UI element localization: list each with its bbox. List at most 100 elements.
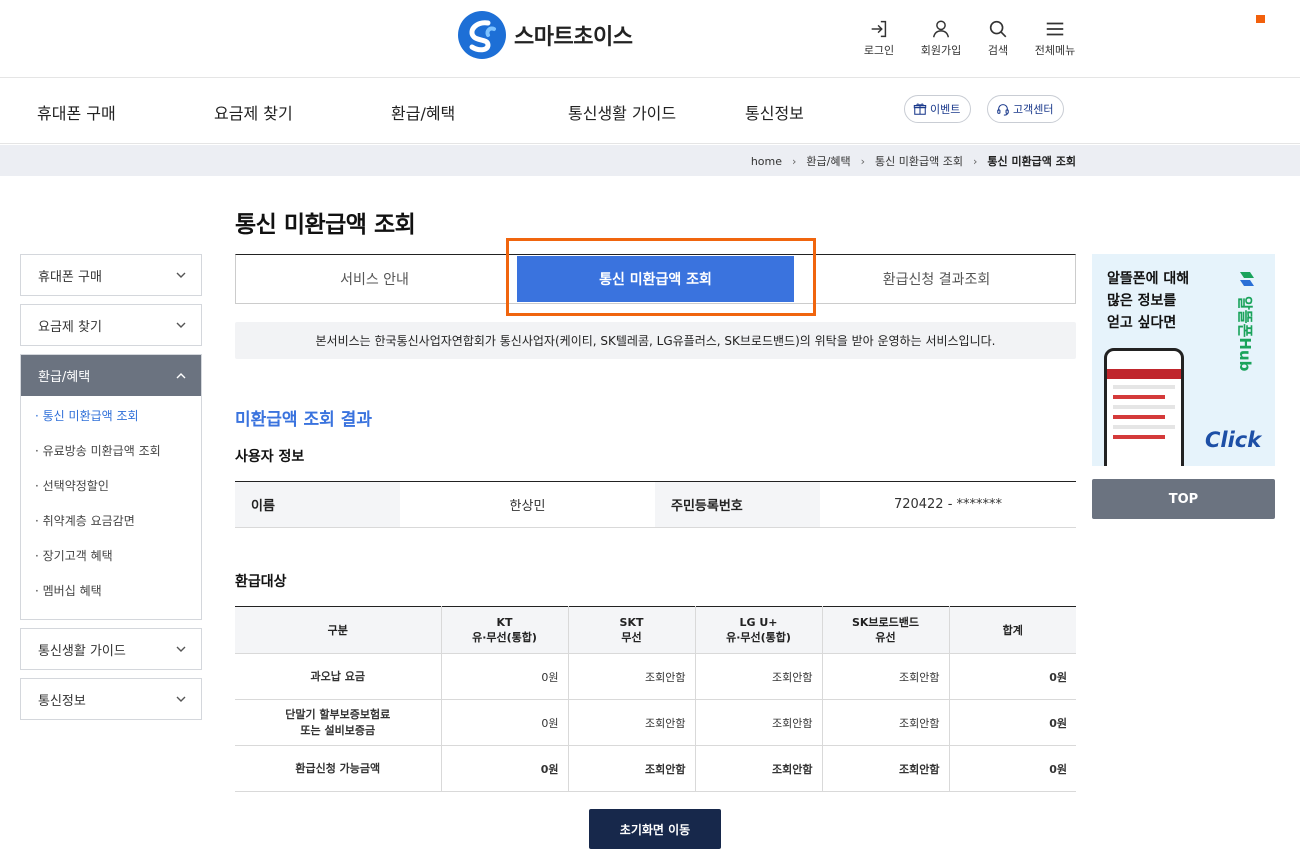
sidebar-item-label: 통신생활 가이드 [38,643,126,659]
header-skt: SKT 무선 [567,606,695,654]
logo-mark-icon [458,11,506,59]
scroll-top-button[interactable]: TOP [1092,479,1275,519]
rrn-label: 주민등록번호 [655,482,820,527]
table-row: 환급신청 가능금액 0원 조회안함 조회안함 조회안함 0원 [235,745,1076,792]
tab-service-guide[interactable]: 서비스 안내 [236,255,513,303]
row-label: 단말기 할부보증보험료 또는 설비보증금 [235,699,441,746]
event-label: 이벤트 [930,103,961,116]
chevron-up-icon [176,372,186,378]
chevron-down-icon [176,322,186,328]
chevron-down-icon [176,696,186,702]
cell-kt: 0원 [440,699,568,746]
user-info-table: 이름 한상민 주민등록번호 720422 - ******* [235,481,1076,528]
login-label: 로그인 [863,44,895,57]
sidebar-item-info[interactable]: 통신정보 [20,678,202,720]
chevron-down-icon [176,272,186,278]
header-lgu: LG U+ 유·무선(통합) [694,606,822,654]
sidebar-item-label: 휴대폰 구매 [38,269,102,285]
refund-table: 구분 KT 유·무선(통합) SKT 무선 LG U+ 유·무선(통합) SK브로드밴… [235,606,1076,792]
search-label: 검색 [987,44,1009,57]
search-icon [989,20,1007,38]
sidebar-item-label: 환급/혜택 [38,370,91,385]
cell-total: 0원 [948,699,1076,746]
row-label: 과오납 요금 [235,653,441,700]
site-logo[interactable]: 스마트초이스 [458,11,633,59]
submenu-longterm-benefit[interactable]: · 장기고객 혜택 [35,542,201,577]
signup-link[interactable]: 회원가입 [915,18,967,58]
nav-plan-search[interactable]: 요금제 찾기 [214,100,293,124]
sidebar-item-phone[interactable]: 휴대폰 구매 [20,254,202,296]
cell-total: 0원 [948,745,1076,792]
cell-skt: 조회안함 [567,653,695,700]
logo-text: 스마트초이스 [514,25,633,50]
submenu-vulnerable-discount[interactable]: · 취약계층 요금감면 [35,507,201,542]
tab-unrefund-lookup[interactable]: 통신 미환급액 조회 [517,256,794,302]
sidebar-item-label: 통신정보 [38,693,86,709]
breadcrumb-refund[interactable]: 환급/혜택 [806,153,850,169]
cell-skb: 조회안함 [821,699,949,746]
header-category: 구분 [235,606,441,654]
search-link[interactable]: 검색 [972,18,1024,58]
cell-total: 0원 [948,653,1076,700]
nav-guide[interactable]: 통신생활 가이드 [568,100,676,124]
hub-brand-text: 알뜰폰Hub [1236,296,1254,372]
refund-target-title: 환급대상 [235,574,287,590]
headset-icon [997,104,1009,116]
sidebar-item-guide[interactable]: 통신생활 가이드 [20,628,202,670]
cell-skt: 조회안함 [567,699,695,746]
support-button[interactable]: 고객센터 [987,95,1065,123]
header-skb: SK브로드밴드 유선 [821,606,949,654]
cell-lgu: 조회안함 [694,745,822,792]
main-nav: 휴대폰 구매 요금제 찾기 환급/혜택 통신생활 가이드 통신정보 이벤트 고객… [0,78,1300,144]
table-row: 단말기 할부보증보험료 또는 설비보증금 0원 조회안함 조회안함 조회안함 0원 [235,699,1076,746]
go-home-button[interactable]: 초기화면 이동 [589,809,721,849]
user-info-title: 사용자 정보 [235,449,305,465]
signup-label: 회원가입 [920,44,962,57]
nav-phone-purchase[interactable]: 휴대폰 구매 [37,100,116,124]
submenu-contract-discount[interactable]: · 선택약정할인 [35,472,201,507]
submenu-broadcast-refund[interactable]: · 유료방송 미환급액 조회 [35,437,201,472]
banner-text: 알뜰폰에 대해 많은 정보를 얻고 싶다면 [1107,271,1190,331]
chevron-right-icon: › [792,154,797,168]
breadcrumb-home[interactable]: home [751,155,782,168]
submenu-membership[interactable]: · 멤버십 혜택 [35,577,201,612]
header-kt: KT 유·무선(통합) [440,606,568,654]
cell-skb: 조회안함 [821,653,949,700]
submenu-telecom-refund[interactable]: · 통신 미환급액 조회 [35,402,201,437]
breadcrumb: home › 환급/혜택 › 통신 미환급액 조회 › 통신 미환급액 조회 [751,153,1076,169]
all-menu-label: 전체메뉴 [1034,44,1076,57]
page-title: 통신 미환급액 조회 [235,212,416,238]
table-row: 과오납 요금 0원 조회안함 조회안함 조회안함 0원 [235,653,1076,700]
mvno-hub-logo: 알뜰폰Hub [1232,268,1262,378]
cell-lgu: 조회안함 [694,653,822,700]
table-header-row: 구분 KT 유·무선(통합) SKT 무선 LG U+ 유·무선(통합) SK브로드밴… [235,606,1076,654]
breadcrumb-bar: home › 환급/혜택 › 통신 미환급액 조회 › 통신 미환급액 조회 [0,145,1300,176]
login-icon [871,20,887,38]
all-menu-link[interactable]: 전체메뉴 [1029,18,1081,58]
banner-click-text: Click [1205,428,1262,452]
event-button[interactable]: 이벤트 [904,95,972,123]
login-link[interactable]: 로그인 [853,18,905,58]
rrn-value: 720422 - ******* [893,497,1003,512]
nav-refund-benefit[interactable]: 환급/혜택 [391,100,455,124]
breadcrumb-unrefund[interactable]: 통신 미환급액 조회 [875,153,963,169]
cell-skb: 조회안함 [821,745,949,792]
chevron-right-icon: › [860,154,866,168]
gift-icon [913,103,927,115]
sidebar-refund-header[interactable]: 환급/혜택 [21,355,201,396]
nav-telecom-info[interactable]: 통신정보 [745,100,804,124]
row-label: 환급신청 가능금액 [235,745,441,792]
chevron-down-icon [176,646,186,652]
cell-kt: 0원 [440,653,568,700]
sidebar-item-plan[interactable]: 요금제 찾기 [20,304,202,346]
phone-illustration-icon [1104,348,1184,466]
tab-refund-result[interactable]: 환급신청 결과조회 [798,255,1075,303]
header-total: 합계 [948,606,1076,654]
content-tabs: 서비스 안내 통신 미환급액 조회 환급신청 결과조회 [235,254,1076,304]
top-header: 스마트초이스 로그인 회원가입 검색 전체메뉴 [0,0,1300,78]
name-value: 한상민 [509,499,546,514]
corner-marker [1256,15,1265,23]
user-icon [932,20,950,38]
cell-kt: 0원 [440,745,568,792]
cell-skt: 조회안함 [567,745,695,792]
